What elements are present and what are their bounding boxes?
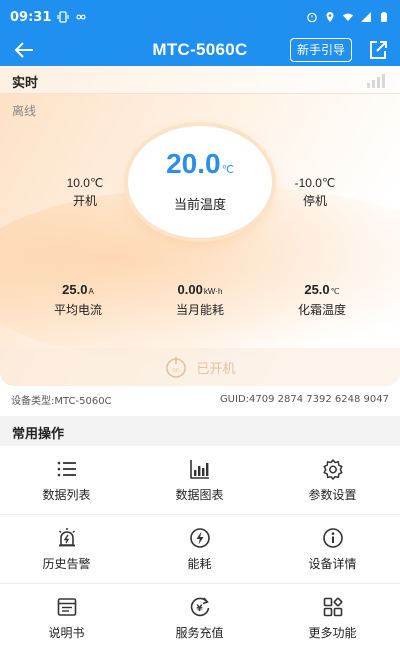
wifi-icon: [343, 13, 353, 21]
current-temp-dial: 20.0℃ 当前温度: [128, 126, 272, 238]
op-label: 设备详情: [308, 556, 357, 571]
start-temp-stat: 10.0℃ 开机: [50, 176, 120, 209]
power-on-icon: on: [166, 357, 187, 378]
power-toggle[interactable]: on 已开机: [0, 348, 400, 386]
recharge-icon: ¥: [190, 597, 209, 616]
alarm-icon: [58, 527, 75, 546]
list-icon: [57, 461, 76, 476]
op-param-settings[interactable]: 参数设置: [266, 446, 399, 514]
svg-text:on: on: [173, 367, 181, 374]
metric-unit: ℃: [330, 287, 340, 296]
signal-strength-icon: [367, 74, 385, 88]
start-temp-label: 开机: [72, 194, 97, 208]
device-guid: GUID:4709 2874 7392 6248 9047: [219, 393, 389, 405]
svg-text:¥: ¥: [196, 604, 203, 614]
infinity-icon: [76, 14, 86, 20]
metric-number: 25.0: [304, 282, 330, 297]
op-energy[interactable]: 能耗: [133, 515, 266, 583]
vibrate-icon: [57, 11, 69, 23]
device-type: 设备类型:MTC-5060C: [11, 395, 112, 407]
operations-grid: 数据列表 数据图表 参数设置 历史告警 能耗 设备详情 说明书 ¥ 服务充值 更…: [0, 446, 400, 660]
gear-icon: [322, 458, 343, 480]
bar-chart-icon: [189, 459, 209, 479]
cellular-icon: [361, 12, 371, 22]
op-label: 数据列表: [42, 487, 91, 502]
metric-number: 0.00: [177, 282, 203, 297]
realtime-panel: 实时 离线 10.0℃ 开机 20.0℃ 当前温度 -10.0℃ 停机 25.0…: [0, 66, 400, 386]
power-status-label: 已开机: [196, 361, 236, 377]
arrow-left-icon: [14, 42, 33, 58]
back-button[interactable]: [12, 38, 36, 62]
metric-label: 化霜温度: [297, 303, 346, 317]
stop-temp-value: -10.0℃: [294, 176, 336, 190]
metric-value: 25.0A: [18, 282, 138, 297]
stop-temp-stat: -10.0℃ 停机: [280, 176, 350, 209]
device-info-row: 设备类型:MTC-5060C GUID:4709 2874 7392 6248 …: [0, 388, 400, 410]
metric-value: 0.00kW·h: [140, 282, 260, 297]
current-temp-label: 当前温度: [173, 198, 226, 213]
metric-label: 平均电流: [53, 303, 102, 317]
op-label: 能耗: [187, 556, 212, 571]
metric-value: 25.0℃: [262, 282, 382, 297]
battery-icon: [381, 12, 387, 22]
operations-header: 常用操作: [0, 416, 400, 446]
manual-icon: [57, 597, 76, 616]
monthly-energy-metric: 0.00kW·h 当月能耗: [140, 282, 260, 318]
stop-temp-label: 停机: [302, 194, 327, 208]
current-temp-value: 20.0℃: [128, 148, 272, 180]
status-time: 09:31: [10, 9, 52, 25]
op-data-list[interactable]: 数据列表: [0, 446, 133, 514]
op-more-functions[interactable]: 更多功能: [266, 584, 399, 652]
realtime-label: 实时: [12, 76, 39, 91]
op-label: 参数设置: [308, 487, 357, 502]
title-bar: MTC-5060C 新手引导: [0, 34, 400, 66]
realtime-header: 实时: [0, 66, 400, 94]
defrost-temp-metric: 25.0℃ 化霜温度: [262, 282, 382, 318]
connection-status: 离线: [12, 104, 37, 118]
op-service-recharge[interactable]: ¥ 服务充值: [133, 584, 266, 652]
share-icon: [370, 41, 387, 59]
op-label: 更多功能: [308, 625, 357, 640]
info-icon: [322, 527, 343, 548]
op-manual[interactable]: 说明书: [0, 584, 133, 652]
alarm-clock-icon: [307, 12, 317, 23]
avg-current-metric: 25.0A 平均电流: [18, 282, 138, 318]
op-device-details[interactable]: 设备详情: [266, 515, 399, 583]
op-label: 说明书: [48, 625, 85, 640]
operations-title: 常用操作: [12, 427, 65, 442]
share-button[interactable]: [366, 38, 390, 62]
location-icon: [326, 12, 334, 22]
op-label: 历史告警: [42, 556, 91, 571]
op-data-chart[interactable]: 数据图表: [133, 446, 266, 514]
metric-label: 当月能耗: [175, 303, 224, 317]
metric-unit: A: [88, 287, 94, 296]
metric-number: 25.0: [62, 282, 88, 297]
current-temp-unit: ℃: [221, 164, 234, 176]
op-label: 数据图表: [175, 487, 224, 502]
op-label: 服务充值: [175, 625, 224, 640]
more-icon: [323, 597, 342, 616]
metric-unit: kW·h: [203, 287, 223, 296]
op-alarm-history[interactable]: 历史告警: [0, 515, 133, 583]
current-temp-number: 20.0: [166, 148, 221, 179]
start-temp-value: 10.0℃: [66, 176, 104, 190]
guide-button[interactable]: 新手引导: [289, 38, 352, 62]
status-bar: 09:31: [0, 0, 400, 34]
lightning-icon: [189, 527, 210, 548]
